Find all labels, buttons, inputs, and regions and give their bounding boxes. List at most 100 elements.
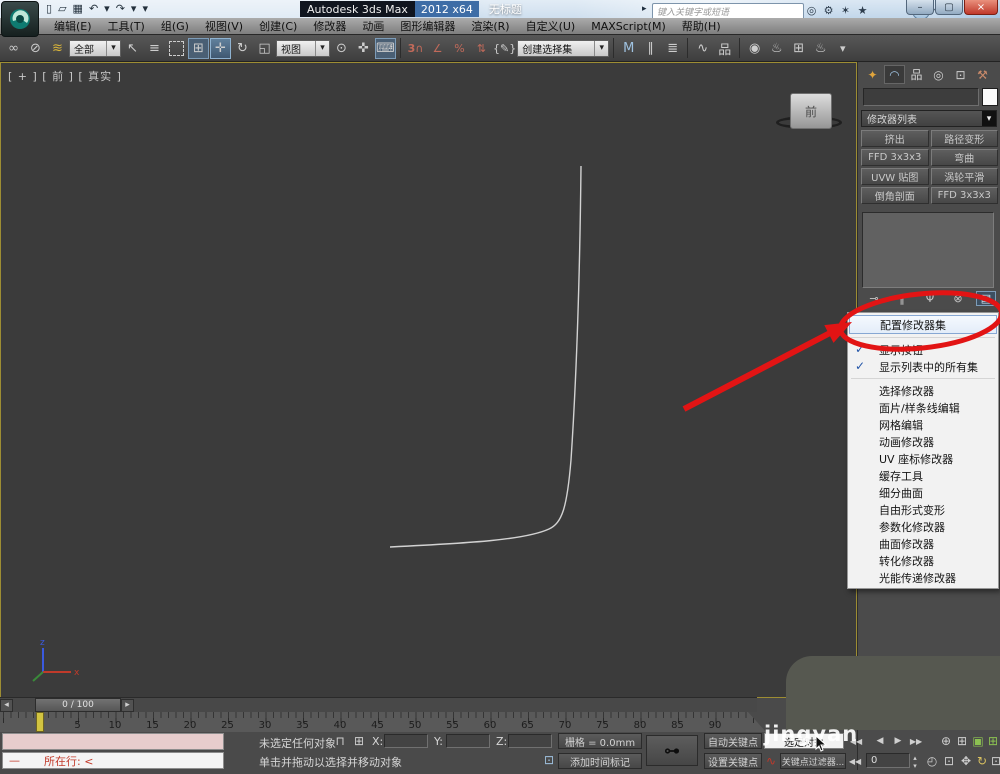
select-object-icon[interactable]: ↖ (122, 38, 143, 59)
absolute-mode-xyz-icon[interactable]: ⊞ (351, 733, 367, 749)
zoom-extents-all-icon[interactable]: ⊞ (985, 733, 1000, 749)
redo-dropdown-icon[interactable]: ▾ (129, 2, 139, 15)
spinner-snap-icon[interactable]: ⇅ (471, 38, 492, 59)
menu-item-free-form-deformations[interactable]: 自由形式变形 (848, 501, 998, 518)
window-crossing-toggle-icon[interactable]: ⊞ (188, 38, 209, 59)
schematic-view-icon[interactable]: 品 (714, 38, 735, 59)
menu-maxscript[interactable]: MAXScript(M) (583, 20, 674, 33)
zoom-all-icon[interactable]: ⊞ (954, 733, 970, 749)
modifier-list-dropdown[interactable]: 修改器列表 ▾ (861, 110, 997, 127)
time-slider-track[interactable]: ◂ 0 / 100 ▸ (0, 697, 757, 712)
selection-lock-icon[interactable]: ⊓ (332, 733, 348, 749)
redo-icon[interactable]: ↷ (114, 2, 127, 15)
favorites-star-icon[interactable]: ★ (854, 3, 871, 18)
pin-stack-icon[interactable]: ⊸ (864, 291, 884, 306)
y-coordinate-field[interactable] (446, 734, 490, 748)
z-coordinate-field[interactable] (508, 734, 552, 748)
modifier-stack-list[interactable] (862, 212, 994, 288)
menu-item-mesh-editing[interactable]: 网格编辑 (848, 416, 998, 433)
menu-item-surface-modifiers[interactable]: 曲面修改器 (848, 535, 998, 552)
menu-item-animation-modifiers[interactable]: 动画修改器 (848, 433, 998, 450)
tab-modify-icon[interactable]: ◠ (884, 65, 905, 84)
undo-dropdown-icon[interactable]: ▾ (102, 2, 112, 15)
menu-item-subdivision-surfaces[interactable]: 细分曲面 (848, 484, 998, 501)
zoom-icon[interactable]: ⊕ (938, 733, 954, 749)
time-slider-next-icon[interactable]: ▸ (121, 699, 134, 712)
render-flyout-arrow-icon[interactable]: ▾ (832, 38, 853, 59)
named-selection-sets-dropdown[interactable]: 创建选择集 ▾ (517, 40, 609, 57)
x-coordinate-field[interactable] (384, 734, 428, 748)
material-editor-icon[interactable]: ◉ (744, 38, 765, 59)
track-bar-ruler[interactable]: 0510 152025 303540 455055 606570 758085 … (0, 712, 770, 732)
select-and-move-icon[interactable]: ✛ (210, 38, 231, 59)
menu-graph-editors[interactable]: 图形编辑器 (392, 18, 463, 34)
frame-spin-down-icon[interactable]: ▾ (910, 758, 920, 774)
set-key-button[interactable]: 设置关键点 (704, 753, 762, 769)
modifier-button-bend[interactable]: 弯曲 (931, 149, 999, 166)
absolute-offset-toggle-icon[interactable]: ⊡ (541, 752, 557, 768)
maxscript-macro-recorder-line[interactable] (2, 733, 224, 750)
pan-view-icon[interactable]: ✥ (958, 753, 974, 769)
show-end-result-icon[interactable]: ‖ (892, 291, 912, 306)
selection-filter-dropdown[interactable]: 全部 ▾ (69, 40, 121, 57)
new-key-curve-icon[interactable]: ∿ (763, 753, 779, 769)
menu-views[interactable]: 视图(V) (197, 18, 251, 34)
menu-customize[interactable]: 自定义(U) (518, 18, 584, 34)
tab-utilities-icon[interactable]: ⚒ (972, 65, 993, 84)
new-file-icon[interactable]: ▯ (44, 2, 54, 15)
remove-modifier-icon[interactable]: ⊗ (948, 291, 968, 306)
current-frame-field[interactable]: 0 (866, 753, 910, 768)
render-production-icon[interactable]: ♨ (810, 38, 831, 59)
modifier-button-ffd3x3x3-2[interactable]: FFD 3x3x3 (931, 187, 999, 204)
add-time-tag-button[interactable]: 添加时间标记 (558, 753, 642, 769)
menu-edit[interactable]: 编辑(E) (46, 18, 100, 34)
menu-item-patch-spline-editing[interactable]: 面片/样条线编辑 (848, 399, 998, 416)
menu-group[interactable]: 组(G) (153, 18, 197, 34)
close-button[interactable]: × (964, 0, 998, 15)
maximize-viewport-toggle-icon[interactable]: ⊡ (988, 753, 1000, 769)
select-and-scale-icon[interactable]: ◱ (254, 38, 275, 59)
modifier-button-bevelprofile[interactable]: 倒角剖面 (861, 187, 929, 204)
angle-snap-icon[interactable]: ∠ (427, 38, 448, 59)
edit-named-selection-sets-icon[interactable]: {✎} (493, 38, 516, 59)
menu-item-selection-modifiers[interactable]: 选择修改器 (848, 382, 998, 399)
curve-editor-icon[interactable]: ∿ (692, 38, 713, 59)
time-configuration-icon[interactable]: ◴ (924, 753, 940, 769)
app-logo-button[interactable] (1, 1, 39, 37)
modifier-button-pathdeform[interactable]: 路径变形 (931, 130, 999, 147)
select-and-rotate-icon[interactable]: ↻ (232, 38, 253, 59)
use-pivot-point-icon[interactable]: ⊙ (331, 38, 352, 59)
menu-item-show-buttons[interactable]: ✓ 显示按钮 (848, 341, 998, 358)
modifier-button-ffd3x3x3[interactable]: FFD 3x3x3 (861, 149, 929, 166)
make-unique-icon[interactable]: Ψ (920, 291, 940, 306)
search-icon[interactable]: ◎ (803, 3, 820, 18)
minimize-button[interactable]: – (906, 0, 934, 15)
menu-tools[interactable]: 工具(T) (100, 18, 153, 34)
undo-icon[interactable]: ↶ (87, 2, 100, 15)
auto-key-button[interactable]: 自动关键点 (704, 733, 762, 749)
maxscript-mini-listener[interactable]: — 所在行: < (2, 752, 224, 769)
menu-create[interactable]: 创建(C) (251, 18, 305, 34)
object-color-swatch[interactable] (982, 88, 998, 106)
tab-hierarchy-icon[interactable]: 品 (906, 65, 927, 84)
unlink-selection-icon[interactable]: ⊘ (25, 38, 46, 59)
menu-item-radiosity-modifiers[interactable]: 光能传递修改器 (848, 569, 998, 586)
tab-create-icon[interactable]: ✦ (862, 65, 883, 84)
align-icon[interactable]: ∥ (640, 38, 661, 59)
tab-display-icon[interactable]: ⊡ (950, 65, 971, 84)
keyboard-shortcut-override-icon[interactable]: ⌨ (375, 38, 396, 59)
previous-frame-icon[interactable]: ◀ (872, 733, 888, 749)
menu-item-show-all-sets[interactable]: ✓ 显示列表中的所有集 (848, 358, 998, 375)
menu-modifiers[interactable]: 修改器 (305, 18, 354, 34)
select-by-name-icon[interactable]: ≡ (144, 38, 165, 59)
menu-item-parametric-modifiers[interactable]: 参数化修改器 (848, 518, 998, 535)
percent-snap-icon[interactable]: % (449, 38, 470, 59)
time-slider-prev-icon[interactable]: ◂ (0, 699, 13, 712)
key-filters-button[interactable]: 关键点过滤器... (780, 753, 846, 769)
play-animation-icon[interactable]: ▶ (890, 733, 906, 749)
modifier-button-turbosmooth[interactable]: 涡轮平滑 (931, 168, 999, 185)
modifier-button-uvwmap[interactable]: UVW 贴图 (861, 168, 929, 185)
go-to-end-icon[interactable]: ▶▶ (908, 733, 924, 749)
object-name-field[interactable] (863, 88, 979, 106)
render-setup-icon[interactable]: ♨ (766, 38, 787, 59)
